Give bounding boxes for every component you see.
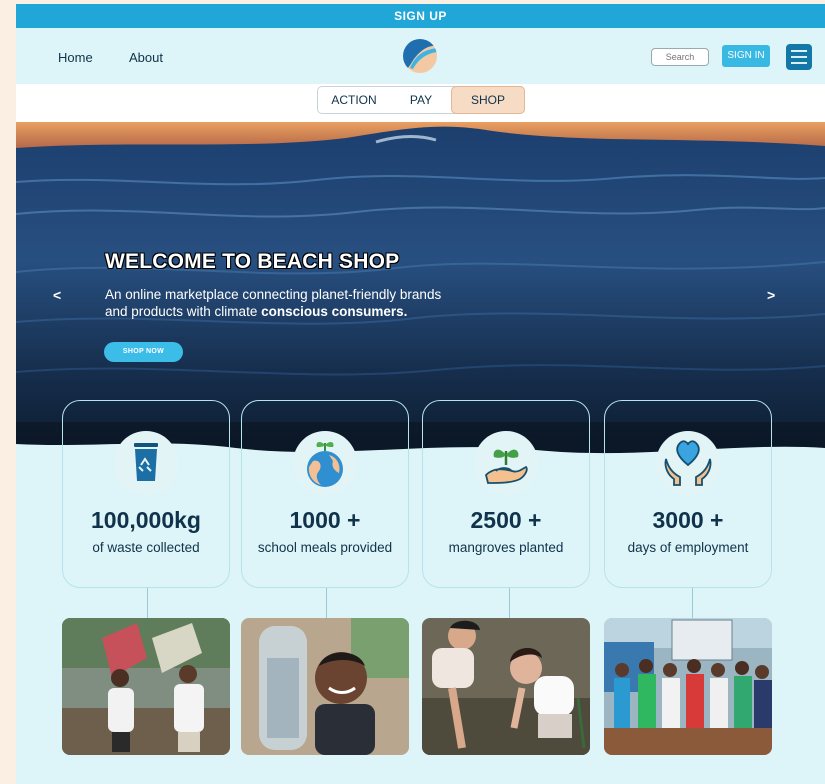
- hero-subtitle-line2: and products with climate: [105, 304, 262, 319]
- sign-in-button[interactable]: SIGN IN: [722, 45, 770, 67]
- stat-value: 3000 +: [652, 507, 724, 533]
- stat-value: 2500 +: [470, 507, 542, 533]
- top-nav: Home About SIGN IN: [16, 28, 825, 84]
- tab-pay[interactable]: PAY: [390, 87, 452, 113]
- menu-line: [791, 62, 807, 64]
- hamburger-menu-button[interactable]: [786, 44, 812, 70]
- stat-label: days of employment: [627, 540, 749, 555]
- connector-line: [509, 588, 510, 618]
- prev-slide-arrow-icon[interactable]: <: [53, 287, 61, 303]
- stat-card-waste: 100,000kg of waste collected: [62, 400, 230, 588]
- nav-home-link[interactable]: Home: [58, 50, 93, 65]
- page: SIGN UP Home About SIGN IN ACTION PAY: [16, 4, 825, 784]
- signup-bar[interactable]: SIGN UP: [16, 4, 825, 28]
- tabs-row: ACTION PAY SHOP: [16, 84, 825, 122]
- next-slide-arrow-icon[interactable]: >: [767, 287, 775, 303]
- stat-card-mangroves: 2500 + mangroves planted: [422, 400, 590, 588]
- hero-subtitle: An online marketplace connecting planet-…: [105, 286, 505, 320]
- connector-line: [692, 588, 693, 618]
- globe-plant-icon: [293, 431, 357, 495]
- stat-label: school meals provided: [257, 540, 393, 555]
- stat-value: 100,000kg: [91, 507, 201, 533]
- search-input[interactable]: [651, 48, 709, 66]
- hands-heart-icon: [656, 431, 720, 495]
- hero-title: WELCOME TO BEACH SHOP: [105, 250, 400, 273]
- hand-seedling-icon: [474, 431, 538, 495]
- hero-subtitle-emphasis: conscious consumers.: [261, 304, 408, 319]
- logo-icon[interactable]: [402, 38, 438, 74]
- photo-waste-collection: [62, 618, 230, 755]
- tab-group: ACTION PAY SHOP: [317, 86, 525, 114]
- shop-now-button[interactable]: SHOP NOW: [104, 342, 183, 362]
- hero-subtitle-line1: An online marketplace connecting planet-…: [105, 287, 442, 302]
- nav-about-link[interactable]: About: [129, 50, 163, 65]
- photo-school-child: [241, 618, 409, 755]
- photo-mangrove-planting: [422, 618, 590, 755]
- connector-line: [326, 588, 327, 618]
- menu-line: [791, 50, 807, 52]
- tab-action[interactable]: ACTION: [318, 87, 390, 113]
- stat-card-meals: 1000 + school meals provided: [241, 400, 409, 588]
- stat-label: of waste collected: [92, 540, 200, 555]
- stat-card-employment: 3000 + days of employment: [604, 400, 772, 588]
- photo-community-group: [604, 618, 772, 755]
- stat-value: 1000 +: [289, 507, 361, 533]
- connector-line: [147, 588, 148, 618]
- recycle-bin-icon: [114, 431, 178, 495]
- tab-shop[interactable]: SHOP: [451, 86, 525, 114]
- stat-label: mangroves planted: [448, 540, 564, 555]
- menu-line: [791, 56, 807, 58]
